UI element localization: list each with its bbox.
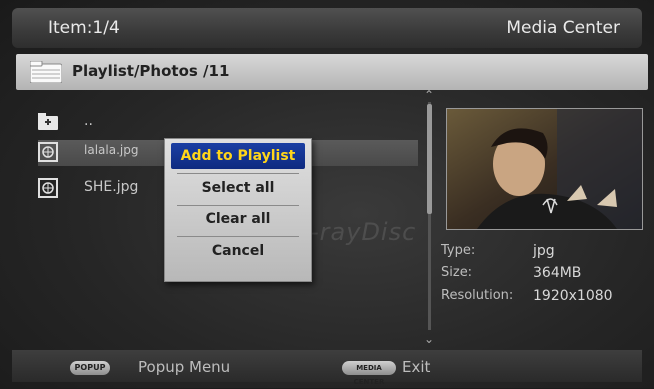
- media-center-key-icon[interactable]: MEDIA CENTER: [342, 361, 396, 386]
- popup-key-icon[interactable]: POPUP: [70, 361, 110, 375]
- resolution-value: 1920x1080: [533, 288, 613, 304]
- exit-hint: Exit: [402, 358, 431, 376]
- list-item-label: SHE.jpg: [84, 179, 139, 195]
- scroll-up-icon[interactable]: ⌃: [424, 88, 434, 102]
- scrollbar-thumb[interactable]: [427, 104, 432, 214]
- folder-icon: [30, 61, 62, 83]
- image-file-icon: [38, 142, 58, 162]
- menu-item-select-all[interactable]: Select all: [171, 175, 305, 201]
- media-center-screen: Item:1/4 Media Center Playlist/Photos /1…: [0, 0, 654, 388]
- image-file-icon: [38, 178, 58, 198]
- size-label: Size:: [441, 265, 473, 280]
- menu-item-cancel[interactable]: Cancel: [171, 238, 305, 264]
- menu-item-add-to-playlist[interactable]: Add to Playlist: [171, 143, 305, 169]
- path-text: Playlist/Photos /11: [72, 62, 230, 80]
- app-title: Media Center: [506, 18, 620, 38]
- breadcrumb: Playlist/Photos /11: [16, 54, 648, 90]
- list-item-label: ..: [84, 113, 93, 129]
- resolution-label: Resolution:: [441, 288, 514, 303]
- size-value: 364MB: [533, 265, 582, 281]
- popup-menu: Add to Playlist Select all Clear all Can…: [164, 138, 312, 282]
- watermark: -rayDisc: [310, 218, 417, 246]
- scroll-down-icon[interactable]: ⌄: [424, 332, 434, 346]
- photo-preview: [446, 108, 643, 230]
- list-item-label: lalala.jpg: [84, 143, 139, 157]
- menu-divider: [177, 173, 299, 174]
- menu-divider: [177, 236, 299, 237]
- type-label: Type:: [441, 243, 476, 258]
- popup-menu-hint: Popup Menu: [138, 358, 231, 376]
- list-item-parent-folder[interactable]: ..: [38, 110, 418, 136]
- menu-item-clear-all[interactable]: Clear all: [171, 206, 305, 232]
- item-count: Item:1/4: [48, 18, 120, 38]
- bottom-bar: POPUP Popup Menu MEDIA CENTER Exit: [12, 350, 642, 386]
- folder-up-icon: [38, 113, 58, 130]
- preview-image: [447, 109, 642, 229]
- type-value: jpg: [533, 243, 555, 259]
- top-bar: Item:1/4 Media Center: [12, 8, 642, 48]
